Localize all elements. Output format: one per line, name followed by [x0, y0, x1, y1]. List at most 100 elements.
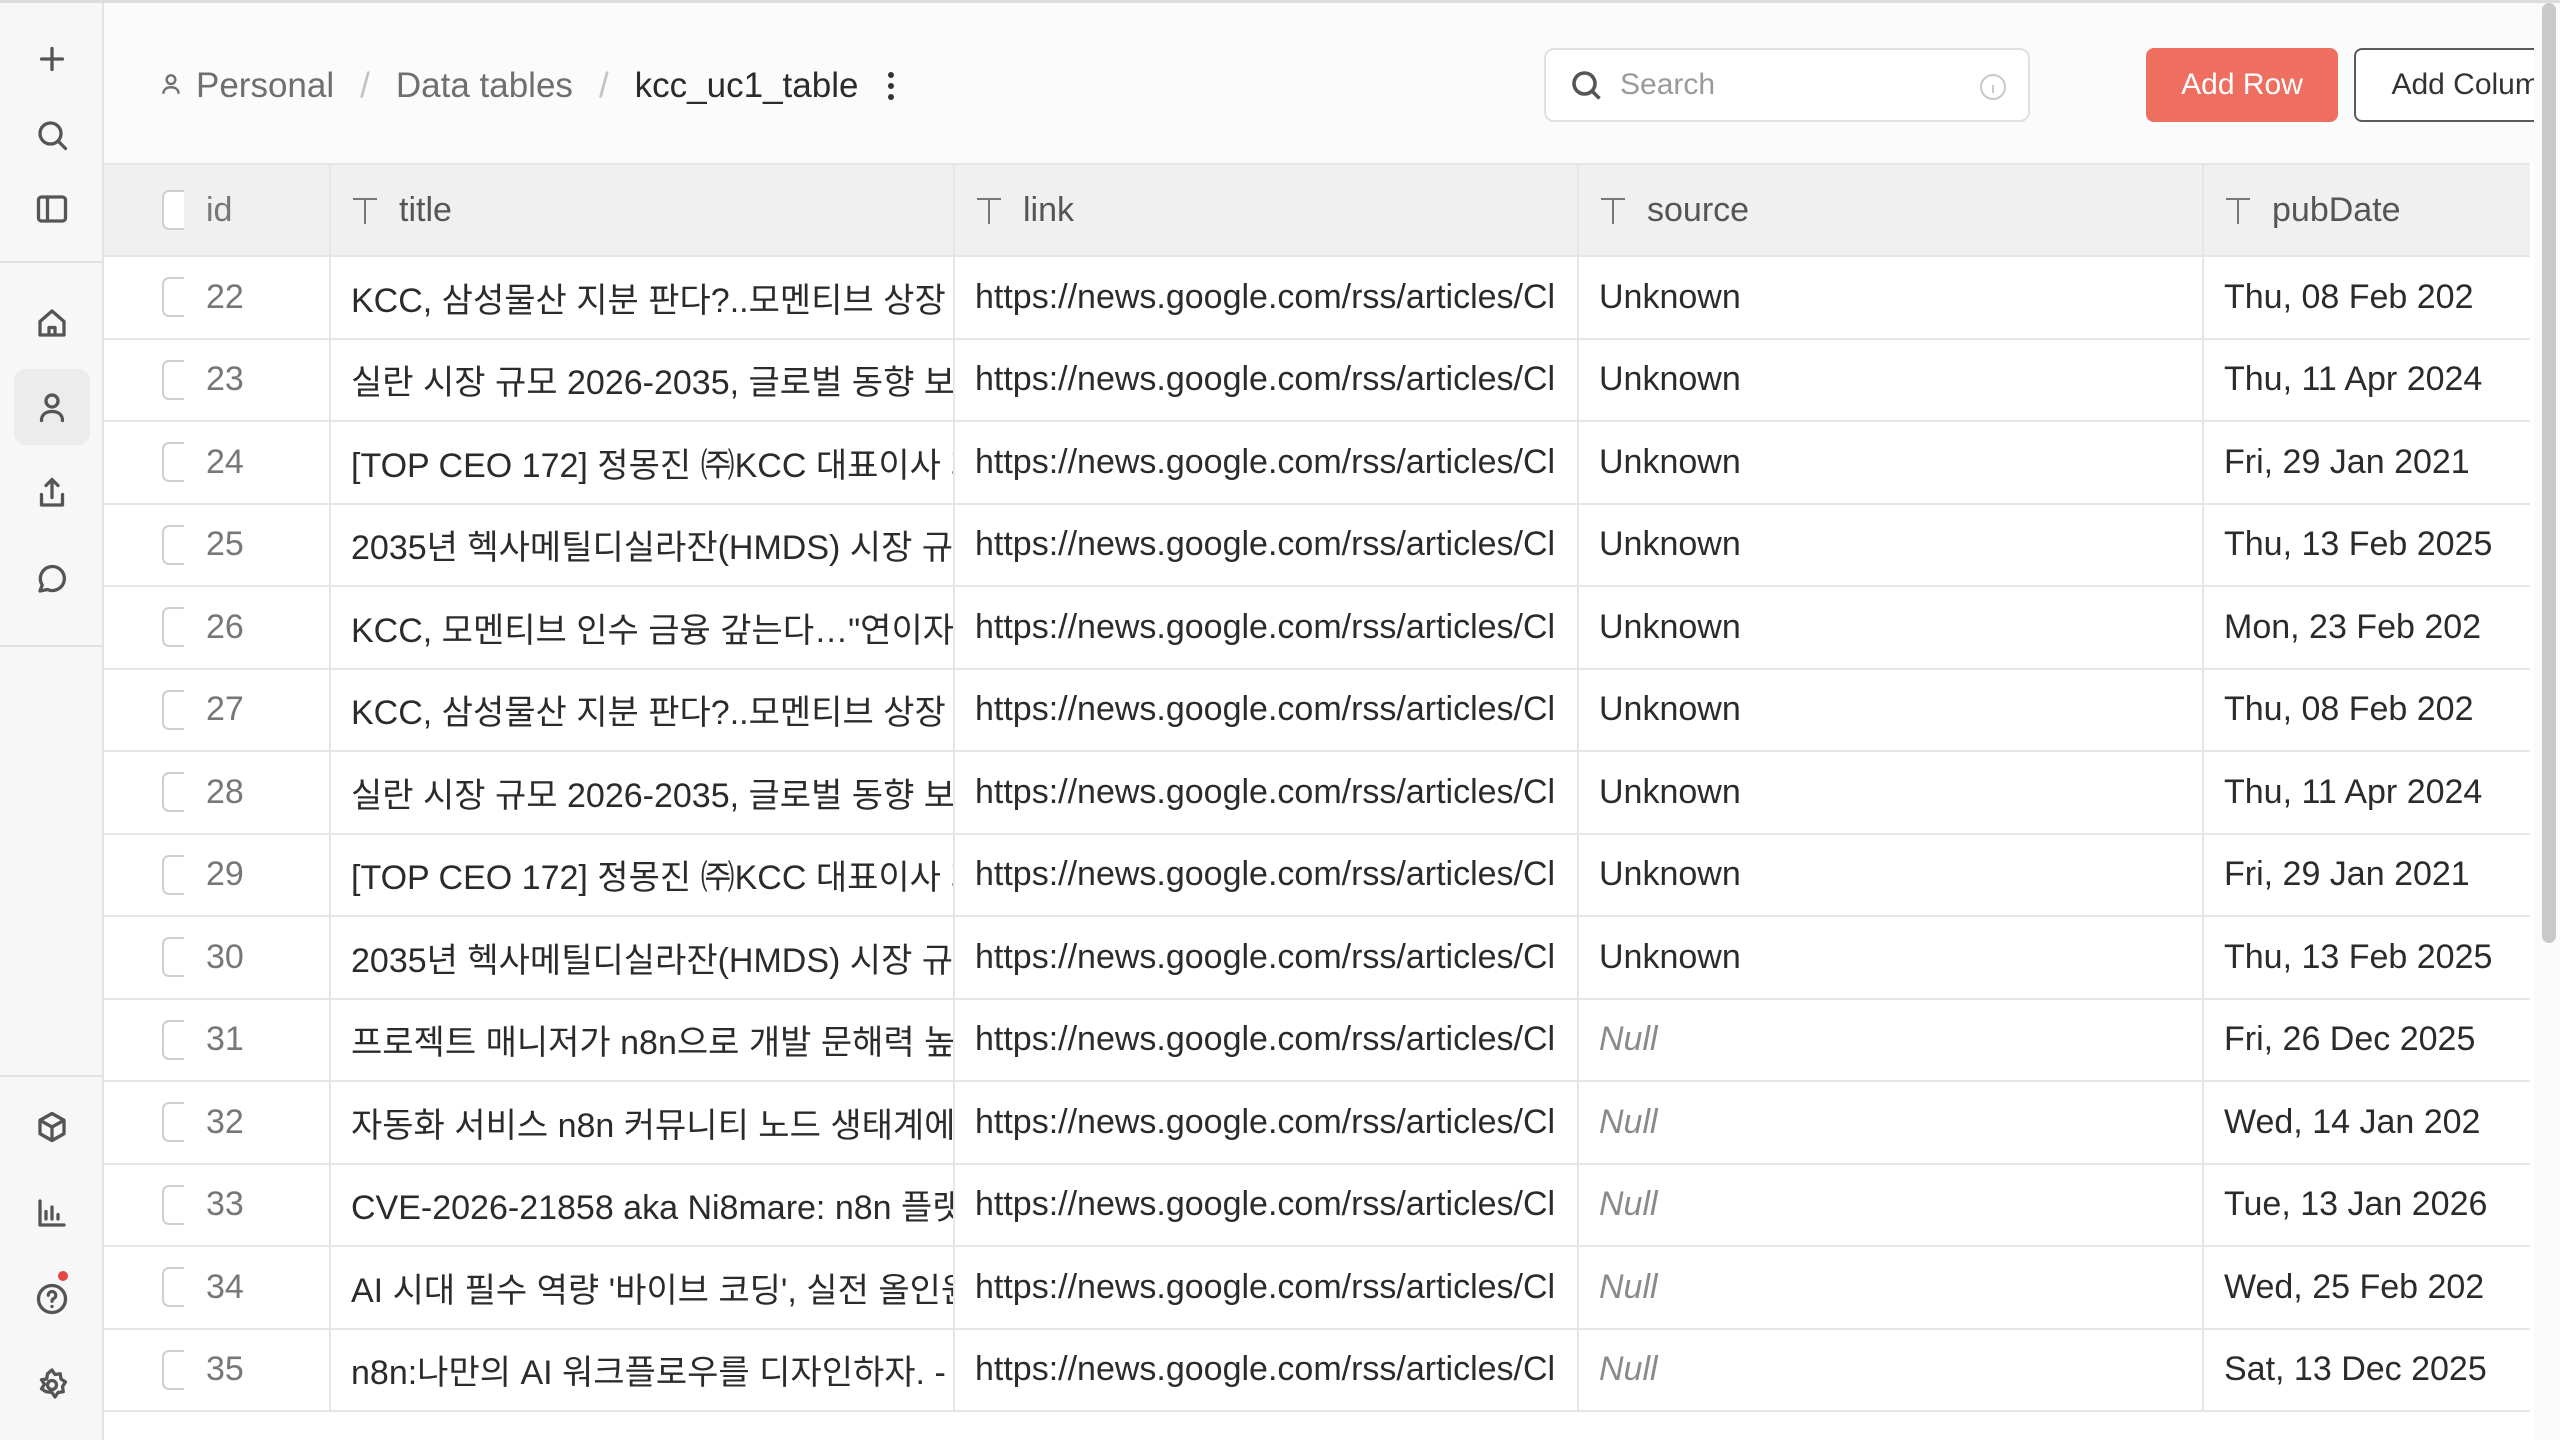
help-icon[interactable]: [14, 1261, 90, 1337]
row-checkbox[interactable]: [162, 1184, 184, 1225]
cell-pubdate[interactable]: Thu, 08 Feb 202: [2203, 668, 2530, 752]
cell-title[interactable]: 실란 시장 규모 2026-2035, 글로벌 동향 보고: [330, 338, 955, 422]
cell-pubdate[interactable]: Thu, 13 Feb 2025: [2203, 916, 2530, 1000]
cell-link[interactable]: https://news.google.com/rss/articles/Cl: [954, 916, 1579, 1000]
cell-id[interactable]: 30: [184, 916, 331, 1000]
cell-title[interactable]: 자동화 서비스 n8n 커뮤니티 노드 생태계에 악성: [330, 1081, 955, 1165]
table-row[interactable]: 32자동화 서비스 n8n 커뮤니티 노드 생태계에 악성https://new…: [104, 1081, 2530, 1165]
column-header-title[interactable]: title: [330, 163, 955, 257]
column-header-link[interactable]: link: [954, 163, 1579, 257]
add-column-button[interactable]: Add Column: [2354, 48, 2560, 122]
row-checkbox[interactable]: [162, 1349, 184, 1390]
row-checkbox[interactable]: [162, 772, 184, 813]
row-checkbox[interactable]: [162, 937, 184, 978]
cell-title[interactable]: KCC, 삼성물산 지분 판다?..모멘티브 상장 지연: [330, 256, 955, 340]
cell-source[interactable]: Null: [1578, 1246, 2204, 1330]
cell-link[interactable]: https://news.google.com/rss/articles/Cl: [954, 833, 1579, 917]
table-row[interactable]: 22 KCC, 삼성물산 지분 판다?..모멘티브 상장 지연 https://ne…: [104, 256, 2530, 340]
column-header-source[interactable]: source: [1578, 163, 2204, 257]
cell-id[interactable]: 29: [184, 833, 331, 917]
row-checkbox[interactable]: [162, 359, 184, 400]
table-row[interactable]: 29 [TOP CEO 172] 정몽진 ㈜KCC 대표이사 회장 https://…: [104, 833, 2530, 917]
breadcrumb-data-tables[interactable]: Data tables: [396, 66, 573, 106]
cell-title[interactable]: CVE-2026-21858 aka Ni8mare: n8n 플랫: [330, 1163, 955, 1247]
row-checkbox[interactable]: [162, 277, 184, 318]
cell-title[interactable]: AI 시대 필수 역량 '바이브 코딩', 실전 올인원 기: [330, 1246, 955, 1330]
cell-title[interactable]: n8n:나만의 AI 워크플로우를 디자인하자. - 브런: [330, 1328, 955, 1412]
table-row[interactable]: 27 KCC, 삼성물산 지분 판다?..모멘티브 상장 지연 https://ne…: [104, 668, 2530, 752]
cell-link[interactable]: https://news.google.com/rss/articles/Cl: [954, 256, 1579, 340]
cell-title[interactable]: 실란 시장 규모 2026-2035, 글로벌 동향 보고: [330, 751, 955, 835]
cell-pubdate[interactable]: Thu, 13 Feb 2025: [2203, 503, 2530, 587]
table-row[interactable]: 28 실란 시장 규모 2026-2035, 글로벌 동향 보고 https://n…: [104, 751, 2530, 835]
table-row[interactable]: 24 [TOP CEO 172] 정몽진 ㈜KCC 대표이사 회장 https://…: [104, 421, 2530, 505]
cell-title[interactable]: [TOP CEO 172] 정몽진 ㈜KCC 대표이사 회장: [330, 833, 955, 917]
breadcrumb-current-table[interactable]: kcc_uc1_table: [635, 66, 859, 106]
cell-pubdate[interactable]: Fri, 29 Jan 2021: [2203, 833, 2530, 917]
cell-source[interactable]: Unknown: [1578, 833, 2204, 917]
cell-pubdate[interactable]: Thu, 11 Apr 2024: [2203, 338, 2530, 422]
cube-icon[interactable]: [14, 1089, 90, 1165]
vertical-scrollbar[interactable]: [2542, 3, 2556, 943]
cell-id[interactable]: 34: [184, 1246, 331, 1330]
cell-source[interactable]: Null: [1578, 1163, 2204, 1247]
cell-link[interactable]: https://news.google.com/rss/articles/Cl: [954, 998, 1579, 1082]
row-checkbox[interactable]: [162, 524, 184, 565]
row-checkbox[interactable]: [162, 607, 184, 648]
select-all-checkbox[interactable]: [162, 190, 184, 230]
cell-pubdate[interactable]: Thu, 08 Feb 202: [2203, 256, 2530, 340]
cell-source[interactable]: Unknown: [1578, 421, 2204, 505]
cell-source[interactable]: Unknown: [1578, 586, 2204, 670]
cell-link[interactable]: https://news.google.com/rss/articles/Cl: [954, 421, 1579, 505]
cell-source[interactable]: Unknown: [1578, 751, 2204, 835]
row-checkbox[interactable]: [162, 854, 184, 895]
table-row[interactable]: 23 실란 시장 규모 2026-2035, 글로벌 동향 보고 https://n…: [104, 338, 2530, 422]
more-options-icon[interactable]: [888, 71, 895, 100]
cell-source[interactable]: Unknown: [1578, 916, 2204, 1000]
row-checkbox[interactable]: [162, 689, 184, 730]
cell-id[interactable]: 24: [184, 421, 331, 505]
panel-icon[interactable]: [14, 171, 90, 247]
cell-id[interactable]: 26: [184, 586, 331, 670]
home-icon[interactable]: [14, 285, 90, 361]
cell-id[interactable]: 33: [184, 1163, 331, 1247]
gear-icon[interactable]: [14, 1347, 90, 1423]
cell-link[interactable]: https://news.google.com/rss/articles/Cl: [954, 1081, 1579, 1165]
cell-id[interactable]: 22: [184, 256, 331, 340]
user-icon[interactable]: [14, 369, 90, 445]
cell-title[interactable]: KCC, 삼성물산 지분 판다?..모멘티브 상장 지연: [330, 668, 955, 752]
table-row[interactable]: 33 CVE-2026-21858 aka Ni8mare: n8n 플랫 http…: [104, 1163, 2530, 1247]
cell-title[interactable]: 2035년 헥사메틸디실라잔(HMDS) 시장 규모: [330, 503, 955, 587]
cell-title[interactable]: [TOP CEO 172] 정몽진 ㈜KCC 대표이사 회장: [330, 421, 955, 505]
share-icon[interactable]: [14, 455, 90, 531]
plus-icon[interactable]: [14, 21, 90, 97]
breadcrumb-personal[interactable]: Personal: [196, 66, 334, 106]
cell-source[interactable]: Unknown: [1578, 503, 2204, 587]
table-row[interactable]: 31 프로젝트 매니저가 n8n으로 개발 문해력 높이는 https://news…: [104, 998, 2530, 1082]
cell-id[interactable]: 35: [184, 1328, 331, 1412]
cell-link[interactable]: https://news.google.com/rss/articles/Cl: [954, 586, 1579, 670]
info-icon[interactable]: [1980, 74, 2006, 100]
cell-pubdate[interactable]: Tue, 13 Jan 2026: [2203, 1163, 2530, 1247]
cell-link[interactable]: https://news.google.com/rss/articles/Cl: [954, 1328, 1579, 1412]
cell-link[interactable]: https://news.google.com/rss/articles/Cl: [954, 503, 1579, 587]
cell-link[interactable]: https://news.google.com/rss/articles/Cl: [954, 1163, 1579, 1247]
cell-title[interactable]: 2035년 헥사메틸디실라잔(HMDS) 시장 규모: [330, 916, 955, 1000]
cell-id[interactable]: 25: [184, 503, 331, 587]
cell-pubdate[interactable]: Fri, 29 Jan 2021: [2203, 421, 2530, 505]
row-checkbox[interactable]: [162, 1019, 184, 1060]
table-row[interactable]: 34 AI 시대 필수 역량 '바이브 코딩', 실전 올인원 기 https://…: [104, 1246, 2530, 1330]
cell-id[interactable]: 28: [184, 751, 331, 835]
cell-pubdate[interactable]: Mon, 23 Feb 202: [2203, 586, 2530, 670]
row-checkbox[interactable]: [162, 1267, 184, 1308]
cell-pubdate[interactable]: Thu, 11 Apr 2024: [2203, 751, 2530, 835]
cell-title[interactable]: 프로젝트 매니저가 n8n으로 개발 문해력 높이는: [330, 998, 955, 1082]
cell-source[interactable]: Null: [1578, 1328, 2204, 1412]
table-row[interactable]: 30 2035년 헥사메틸디실라잔(HMDS) 시장 규모 https://news…: [104, 916, 2530, 1000]
cell-id[interactable]: 27: [184, 668, 331, 752]
cell-pubdate[interactable]: Wed, 25 Feb 202: [2203, 1246, 2530, 1330]
cell-id[interactable]: 23: [184, 338, 331, 422]
search-icon[interactable]: [14, 97, 90, 173]
chat-icon[interactable]: [14, 541, 90, 617]
cell-pubdate[interactable]: Fri, 26 Dec 2025: [2203, 998, 2530, 1082]
